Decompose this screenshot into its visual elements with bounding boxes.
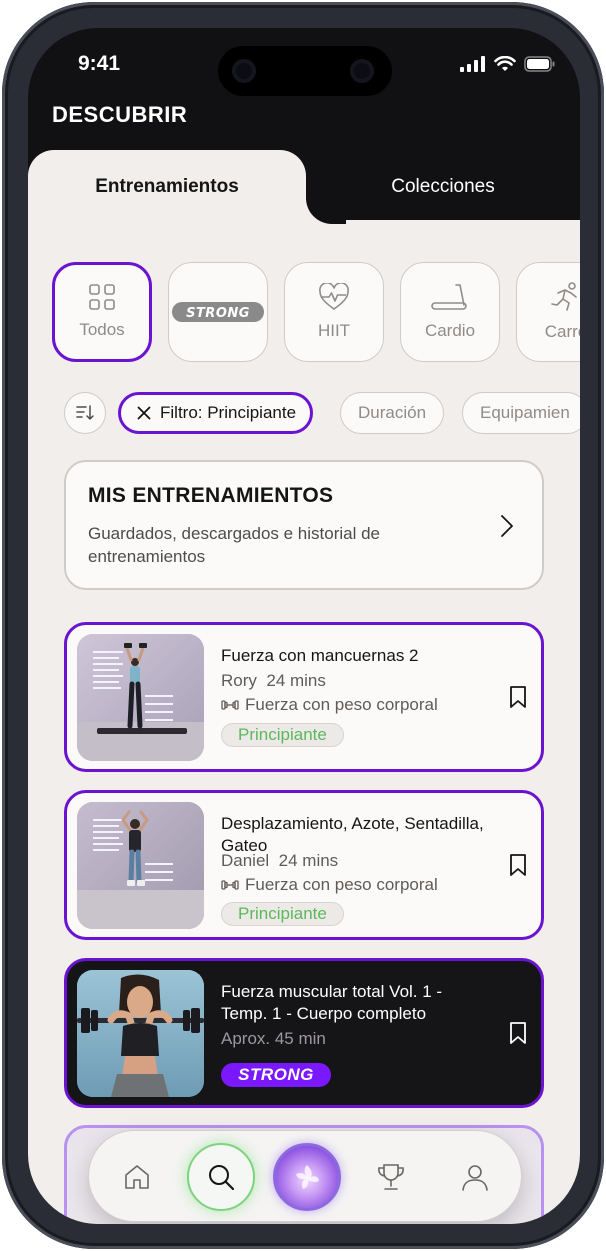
workout-card-strong[interactable]: Fuerza muscular total Vol. 1 - Temp. 1 -…: [64, 958, 544, 1108]
category-label: Carre: [544, 322, 580, 341]
workout-meta: Rory 24 mins: [221, 671, 326, 691]
sort-icon: [76, 405, 94, 420]
workout-meta: Daniel 24 mins: [221, 851, 338, 871]
status-time: 9:41: [78, 52, 121, 75]
filter-chip-duration[interactable]: Duración: [340, 392, 445, 434]
trophy-icon: [378, 1164, 404, 1190]
my-workouts-card[interactable]: MIS ENTRENAMIENTOS Guardados, descargado…: [64, 460, 544, 590]
phone-frame: 9:41 DESCUBRIR Entrenamientos Coleccione…: [2, 2, 604, 1249]
search-icon: [209, 1165, 235, 1191]
category-label: Todos: [79, 320, 125, 339]
runner-icon: [551, 282, 577, 311]
workout-thumbnail: [77, 970, 204, 1097]
category-carrera[interactable]: Carre: [516, 262, 580, 362]
workout-type-label: Fuerza con peso corporal: [245, 875, 438, 894]
screen: 9:41 DESCUBRIR Entrenamientos Coleccione…: [28, 28, 580, 1224]
grid-icon: [89, 284, 115, 310]
level-badge: Principiante: [221, 902, 344, 926]
level-badge: Principiante: [221, 723, 344, 747]
dumbbell-icon: [221, 880, 239, 890]
tab-label: Entrenamientos: [95, 176, 239, 197]
category-row: Todos STRONG HIIT Cardio Carr: [52, 262, 580, 366]
signal-icon: [460, 56, 485, 72]
close-icon[interactable]: [137, 406, 151, 420]
nav-coach[interactable]: [273, 1143, 341, 1211]
bookmark-icon[interactable]: [509, 1021, 527, 1045]
content-area: Entrenamientos Colecciones Todos STRONG …: [28, 150, 580, 1224]
status-icons: [460, 55, 556, 73]
chip-label: Filtro: Principiante: [160, 403, 297, 422]
my-workouts-title: MIS ENTRENAMIENTOS: [88, 484, 334, 507]
coach-orb-icon: [296, 1165, 319, 1189]
workout-type: Fuerza con peso corporal: [221, 695, 438, 715]
status-bar: 9:41: [28, 28, 580, 98]
workout-card[interactable]: Fuerza con mancuernas 2 Rory 24 mins Fue…: [64, 622, 544, 772]
strong-badge: STRONG: [221, 1063, 331, 1087]
workout-trainer: Rory: [221, 671, 257, 690]
workout-title: Fuerza muscular total Vol. 1 - Temp. 1 -…: [221, 982, 443, 1023]
category-hiit[interactable]: HIIT: [284, 262, 384, 362]
nav-profile[interactable]: [441, 1143, 509, 1211]
category-label: HIIT: [317, 321, 351, 340]
bookmark-icon[interactable]: [509, 685, 527, 709]
nav-search[interactable]: [187, 1143, 255, 1211]
workout-card[interactable]: Desplazamiento, Azote, Sentadilla, Gateo…: [64, 790, 544, 940]
bookmark-icon[interactable]: [509, 853, 527, 877]
wifi-icon: [494, 56, 516, 71]
profile-icon: [462, 1165, 488, 1191]
filter-row: Filtro: Principiante Duración Equipamien: [64, 390, 580, 434]
workout-trainer: Daniel: [221, 851, 270, 870]
chip-label: Equipamien: [480, 403, 570, 422]
workout-type-label: Fuerza con peso corporal: [245, 695, 438, 714]
strong-logo: STRONG: [172, 302, 264, 322]
camera-icon: [350, 59, 374, 83]
nav-achievements[interactable]: [357, 1143, 425, 1211]
bottom-nav: [88, 1130, 522, 1222]
svg-text:STRONG: STRONG: [186, 306, 250, 321]
sort-button[interactable]: [64, 392, 106, 434]
category-strong[interactable]: STRONG: [168, 262, 268, 362]
my-workouts-description: Guardados, descargados e historial de en…: [88, 524, 381, 566]
workout-duration: 24 mins: [278, 851, 339, 870]
category-todos[interactable]: Todos: [52, 262, 152, 362]
chip-label: Duración: [358, 403, 427, 422]
tab-entrenamientos[interactable]: Entrenamientos: [28, 150, 306, 224]
nav-home[interactable]: [103, 1143, 171, 1211]
filter-chip-level[interactable]: Filtro: Principiante: [118, 392, 314, 434]
home-icon: [125, 1165, 149, 1189]
workout-thumbnail: [77, 634, 204, 761]
workout-title: Fuerza con mancuernas 2: [221, 646, 419, 665]
filter-chip-equipment[interactable]: Equipamien: [462, 392, 580, 434]
tab-colecciones[interactable]: Colecciones: [306, 176, 580, 198]
treadmill-icon: [431, 284, 467, 310]
workout-duration: Aprox. 45 min: [221, 1029, 326, 1048]
workout-type: Fuerza con peso corporal: [221, 875, 438, 895]
category-cardio[interactable]: Cardio: [400, 262, 500, 362]
sensor-icon: [232, 59, 256, 83]
chevron-right-icon: [501, 515, 513, 537]
workout-thumbnail: [77, 802, 204, 929]
battery-icon: [524, 56, 555, 72]
heart-pulse-icon: [319, 283, 349, 310]
dumbbell-icon: [221, 700, 239, 710]
workout-duration: 24 mins: [266, 671, 326, 690]
page-title: DESCUBRIR: [52, 102, 188, 127]
dynamic-island: [218, 46, 392, 96]
category-label: Cardio: [424, 321, 476, 340]
